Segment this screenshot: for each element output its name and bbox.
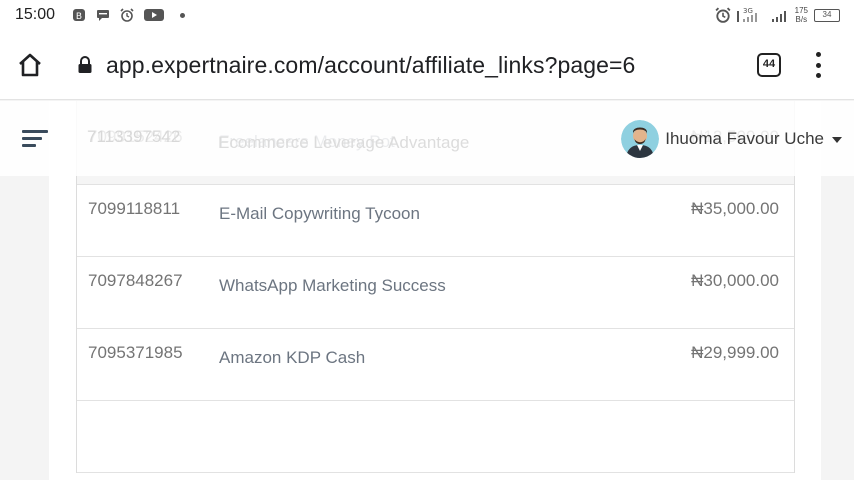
battery-icon: 34 <box>814 8 840 22</box>
alarm-icon <box>120 8 134 22</box>
affiliate-link-id: 7099118811 <box>88 199 181 218</box>
product-price: ₦35,000.00 <box>691 199 779 218</box>
youtube-icon <box>144 9 164 21</box>
home-icon[interactable] <box>17 52 43 78</box>
chevron-down-icon[interactable] <box>832 137 842 143</box>
product-price: ₦29,999.00 <box>691 343 779 362</box>
user-menu[interactable]: Ihuoma Favour Uche <box>621 120 842 158</box>
notification-icons: B <box>72 8 185 22</box>
affiliate-link-id: 7097848267 <box>88 271 183 290</box>
message-icon <box>97 10 109 21</box>
product-name: E-Mail Copywriting Tycoon <box>219 204 420 223</box>
more-notifications-icon <box>180 12 185 18</box>
alarm-icon <box>715 7 731 23</box>
battery-level: 34 <box>822 9 832 19</box>
network-speed: 175 B/s <box>795 6 808 24</box>
scrolled-row-name: Ecommerce Leverage Advantage <box>218 133 470 152</box>
network-type-label: 3G <box>743 7 753 15</box>
product-price: ₦30,000.00 <box>691 271 779 290</box>
table-row[interactable]: 7099118811 E-Mail Copywriting Tycoon ₦35,0… <box>77 185 794 257</box>
product-name: Amazon KDP Cash <box>219 348 366 367</box>
table-row[interactable]: 7095371985 Amazon KDP Cash ₦29,999.00 <box>77 329 794 401</box>
browser-menu-button[interactable] <box>812 52 824 78</box>
table-row[interactable] <box>77 401 794 473</box>
user-name[interactable]: Ihuoma Favour Uche <box>665 129 824 149</box>
lock-icon[interactable] <box>77 56 93 74</box>
browser-toolbar: app.expertnaire.com/account/affiliate_li… <box>0 32 854 100</box>
status-bar: 15:00 B 3G 175 B/s 34 <box>0 0 854 32</box>
tab-switcher-button[interactable]: 44 <box>757 53 781 77</box>
product-name: WhatsApp Marketing Success <box>219 276 446 295</box>
top-navbar: 7113397542 Ecommerce Leverage Advantage … <box>0 101 854 176</box>
signal-icon-2 <box>771 11 786 22</box>
address-bar-url[interactable]: app.expertnaire.com/account/affiliate_li… <box>106 52 635 79</box>
svg-text:B: B <box>76 12 82 22</box>
avatar[interactable] <box>621 120 660 158</box>
affiliate-link-id: 7095371985 <box>88 343 183 362</box>
signal-icon: 3G <box>736 7 757 22</box>
scrolled-row-id: 7113397542 <box>87 127 181 146</box>
table-row[interactable]: 7097848267 WhatsApp Marketing Success ₦30,… <box>77 257 794 329</box>
status-time: 15:00 <box>15 6 56 23</box>
network-speed-unit: B/s <box>795 15 808 24</box>
network-speed-value: 175 <box>794 6 808 15</box>
sidebar-toggle-icon[interactable] <box>22 130 48 148</box>
system-icons: 3G 175 B/s 34 <box>715 6 840 24</box>
bitcoin-app-icon: B <box>73 9 85 22</box>
